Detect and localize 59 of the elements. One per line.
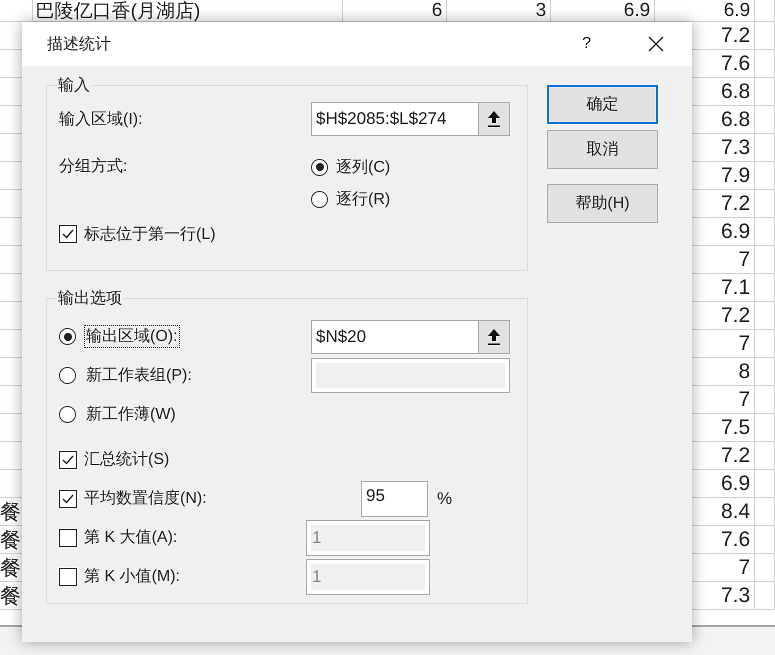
checkbox-option[interactable]: 第 K 大值(A):: [59, 522, 306, 554]
collapse-icon[interactable]: [487, 328, 501, 346]
cell-text: 7.5: [720, 416, 750, 440]
cell-text: 餐: [0, 500, 21, 526]
checkbox-option[interactable]: 第 K 小值(M):: [59, 560, 306, 592]
output-range-field[interactable]: $N$20: [311, 320, 510, 354]
unit-label: %: [437, 488, 452, 508]
cell-text: 7: [738, 556, 750, 580]
worksheet-name-field[interactable]: [311, 358, 510, 393]
cell-text: 3: [536, 0, 546, 22]
cell-text: 7.3: [720, 584, 750, 608]
cell-text: 7.2: [720, 444, 750, 468]
cell-text: 6.8: [720, 108, 750, 132]
cell-text: 6.9: [624, 0, 650, 22]
dialog-button[interactable]: 取消: [547, 130, 658, 169]
cell-text: 7.2: [720, 24, 750, 48]
radio-label[interactable]: 新工作表组(P):: [84, 364, 194, 387]
checkbox-option[interactable]: 标志位于第一行(L): [59, 218, 216, 250]
check-icon: [61, 227, 75, 241]
cell-text: 7.1: [720, 276, 750, 300]
dialog-button[interactable]: 确定: [547, 85, 658, 124]
cell-text: 7: [738, 332, 750, 356]
cell-text: 7.6: [720, 528, 750, 552]
help-button[interactable]: ?: [578, 35, 595, 53]
cell-text: 8.4: [720, 500, 750, 524]
cell-text: 7.9: [720, 164, 750, 188]
cell-text: 7.6: [720, 52, 750, 76]
cell-text: 餐: [0, 584, 21, 610]
cell-text: 6.9: [724, 0, 750, 22]
field-label: 分组方式:: [59, 156, 128, 177]
close-icon[interactable]: [648, 36, 664, 52]
radio-label[interactable]: 输出区域(O):: [84, 325, 180, 348]
cell-text: 8: [738, 360, 750, 384]
confidence-level-field[interactable]: 95: [361, 480, 428, 516]
field-label: 输入区域(I):: [59, 110, 144, 130]
radio-label[interactable]: 新工作薄(W): [84, 403, 178, 426]
radio-button[interactable]: [59, 367, 76, 384]
dialog-button[interactable]: 帮助(H): [547, 184, 658, 223]
cell-text: 6.8: [720, 80, 750, 104]
checkbox-option[interactable]: 平均数置信度(N):: [59, 482, 361, 514]
cell-text: 6: [432, 0, 442, 22]
radio-option[interactable]: 逐行(R): [311, 183, 390, 215]
radio-button[interactable]: [59, 328, 76, 345]
cell-text: 7: [738, 248, 750, 272]
cell-text: 餐: [0, 528, 21, 554]
checkbox-option[interactable]: 汇总统计(S): [59, 444, 170, 476]
cell-text: 6.9: [720, 220, 750, 244]
window-title: 描述统计: [47, 34, 111, 54]
cell-text: 7: [738, 388, 750, 412]
cell-text: 7.2: [720, 304, 750, 328]
input-range-field[interactable]: $H$2085:$L$274: [311, 102, 510, 136]
cell-text: 餐: [0, 556, 21, 582]
cell-text: 6.9: [720, 472, 750, 496]
cell-text: 7.3: [720, 136, 750, 160]
collapse-icon[interactable]: [487, 110, 501, 128]
radio-option[interactable]: 逐列(C): [311, 151, 390, 183]
cell-text: 7.2: [720, 192, 750, 216]
radio-button[interactable]: [59, 406, 76, 423]
cell-text: 巴陵亿口香(月湖店): [36, 0, 200, 24]
